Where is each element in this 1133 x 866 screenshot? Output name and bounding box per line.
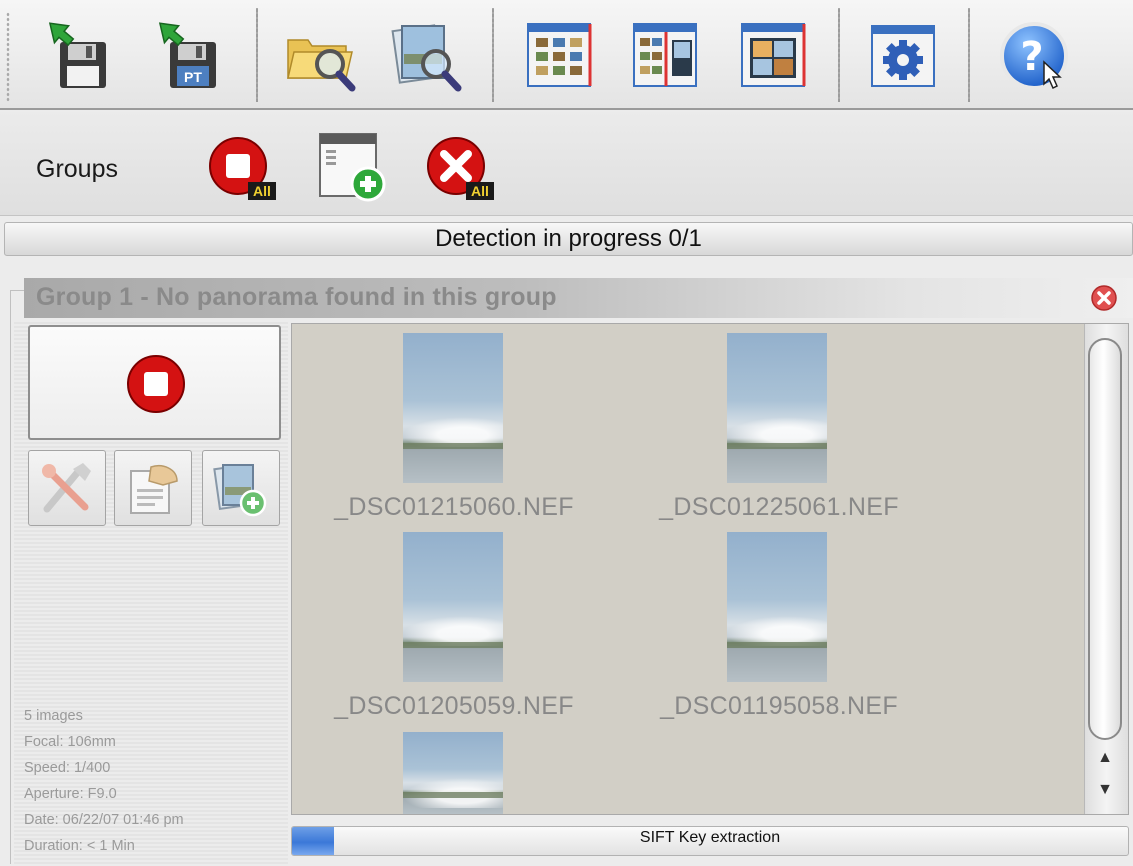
wrench-screwdriver-icon: [42, 463, 91, 513]
stop-all-button[interactable]: All: [204, 128, 280, 204]
stop-group-button[interactable]: [28, 325, 281, 440]
group-close-button[interactable]: [1090, 284, 1118, 312]
add-window-icon: [319, 133, 386, 202]
export-pt-button[interactable]: PT: [150, 18, 226, 94]
scroll-down-arrow[interactable]: ▼: [1090, 778, 1120, 802]
help-button[interactable]: ?: [996, 18, 1072, 94]
thumbnail-image[interactable]: [403, 532, 503, 682]
detection-status: Detection in progress 0/1: [4, 222, 1133, 256]
view-single-button[interactable]: [736, 18, 812, 94]
info-aperture: Aperture: F9.0: [24, 786, 117, 802]
add-images-button[interactable]: [202, 450, 280, 526]
info-image-count: 5 images: [24, 708, 83, 724]
main-toolbar: PT ?: [0, 0, 1133, 110]
groups-label: Groups: [36, 155, 118, 183]
stop-all-badge: All: [253, 183, 271, 199]
search-images-button[interactable]: [390, 18, 466, 94]
image-search-icon: [391, 24, 462, 92]
scroll-up-arrow[interactable]: ▲: [1090, 746, 1120, 770]
gear-icon: [871, 25, 935, 87]
close-all-icon: All: [427, 137, 494, 200]
help-icon: ?: [1000, 22, 1068, 90]
list-view-icon: [633, 23, 697, 87]
toolbar-separator: [968, 8, 970, 102]
toolbar-separator: [492, 8, 494, 102]
folder-search-icon: [287, 39, 356, 92]
view-grid-button[interactable]: [522, 18, 598, 94]
group-title: Group 1 - No panorama found in this grou…: [36, 283, 557, 311]
floppy-export-icon: [48, 22, 106, 88]
thumbnail-filename: _DSC01195058.NEF: [660, 692, 898, 720]
single-view-icon: [741, 23, 806, 87]
info-speed: Speed: 1/400: [24, 760, 111, 776]
scrollbar-thumb[interactable]: [1088, 338, 1122, 740]
edit-document-icon: [130, 465, 178, 514]
thumbnail-image[interactable]: [403, 333, 503, 483]
help-glyph: ?: [1020, 34, 1043, 80]
stop-icon: [127, 355, 185, 413]
info-duration: Duration: < 1 Min: [24, 838, 135, 854]
thumbnail-filename: _DSC01225061.NEF: [659, 493, 899, 521]
info-focal: Focal: 106mm: [24, 734, 116, 750]
close-all-button[interactable]: All: [422, 128, 498, 204]
toolbar-separator: [256, 8, 258, 102]
thumbnail-image[interactable]: [727, 333, 827, 483]
open-folder-button[interactable]: [284, 18, 360, 94]
tools-button[interactable]: [28, 450, 106, 526]
groups-bar: Groups All All: [0, 112, 1133, 216]
thumbnail-image[interactable]: [727, 532, 827, 682]
image-add-icon: [213, 463, 267, 517]
add-group-button[interactable]: [316, 128, 392, 204]
edit-button[interactable]: [114, 450, 192, 526]
thumbnail-filename: _DSC01205059.NEF: [334, 692, 574, 720]
thumbnail-image[interactable]: [403, 732, 503, 814]
view-list-button[interactable]: [628, 18, 704, 94]
close-icon: [1091, 285, 1117, 311]
info-date: Date: 06/22/07 01:46 pm: [24, 812, 184, 828]
progress-label: SIFT Key extraction: [639, 829, 781, 846]
floppy-pt-export-icon: PT: [158, 22, 216, 88]
export-button[interactable]: [40, 18, 116, 94]
pt-badge: PT: [184, 69, 202, 85]
stop-all-icon: All: [209, 137, 276, 200]
grid-view-icon: [527, 23, 592, 87]
toolbar-grip[interactable]: [6, 12, 10, 102]
thumbnail-filename: _DSC01215060.NEF: [334, 493, 574, 521]
close-all-badge: All: [471, 183, 489, 199]
settings-button[interactable]: [866, 18, 942, 94]
toolbar-separator: [838, 8, 840, 102]
